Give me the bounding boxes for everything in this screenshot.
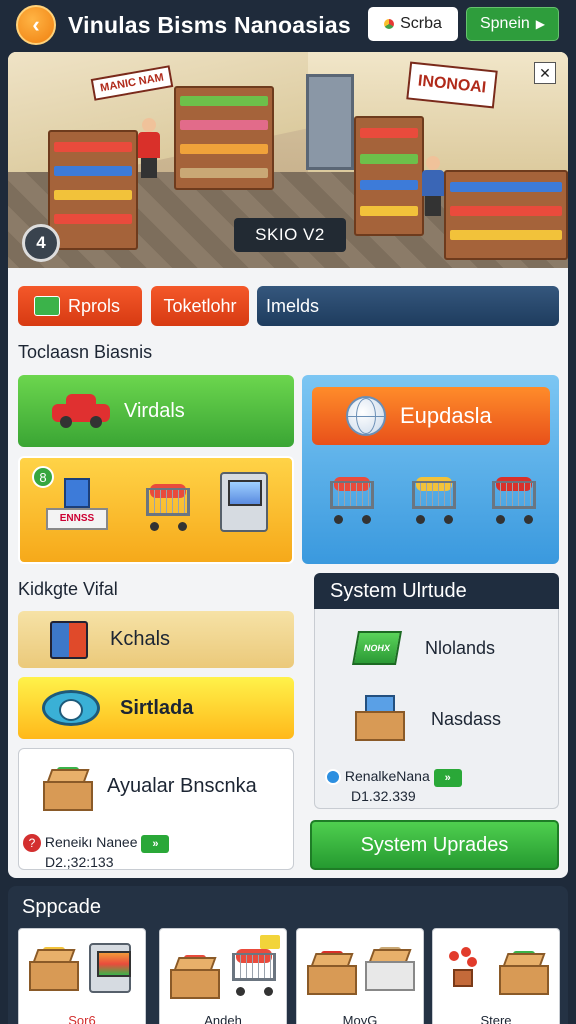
flower-pot-icon [447,947,477,987]
display-sign: ENNSS [46,508,108,530]
upgrades-button[interactable]: Eupdasla [312,387,550,445]
upgrade-strip: Sppcade Sor6 Andeh MoyG Stere [8,886,568,1024]
delivery-info: ? Reneikı Nanee » D2.;32:133 [23,833,170,870]
play-arrow-icon: ▶ [535,17,546,31]
fast-forward-icon: » [433,769,462,787]
header-button-scrba[interactable]: Scrba [368,7,458,41]
upgrade-tile[interactable]: Stere [432,928,560,1024]
shopping-cart-icon [326,475,378,525]
header-button-spnein[interactable]: Spnein ▶ [466,7,559,41]
tab-toketlohr-label: Toketlohr [163,295,237,316]
header-button-spnein-label: Spnein [479,15,530,32]
store-door [306,74,354,170]
shopping-cart-icon [408,475,460,525]
upgrade-tile-caption: Sor6 [68,1013,96,1024]
system-panel-header: System Ulrtude [314,573,559,609]
close-icon[interactable]: ✕ [534,62,556,84]
sirtlada-card-label: Sirtlada [120,696,194,719]
upgrade-strip-title: Sppcade [22,896,101,918]
vehicles-card[interactable]: Virdals [18,375,294,447]
system-panel-title: System Ulrtude [330,579,467,602]
shelf [174,86,274,190]
kiosk-icon [220,472,268,532]
kchals-card-label: Kchals [110,628,171,650]
store-illustration: MANIC NAM INONOAI SKIO V2 ✕ 4 [8,52,568,268]
product-display-icon: ENNSS [46,478,108,534]
package-box-icon [355,695,405,743]
system-upgrades-button[interactable]: System Uprades [310,820,559,870]
upgrades-button-label: Eupdasla [400,403,492,428]
globe-icon [346,396,386,436]
alert-icon: ? [23,834,41,853]
display-rack-icon [89,943,131,993]
books-icon [50,620,88,659]
package-box-icon [29,947,79,991]
section-title-kidkgte: Kidkgte Vifal [18,579,118,599]
shelf [48,130,138,250]
system-row[interactable]: Nasdass [315,695,501,743]
section-title-business: Toclaasn Biasnis [18,342,153,362]
shopping-cart-icon [488,475,540,525]
color-dot-icon [384,19,395,29]
kchals-card[interactable]: Kchals [18,611,294,668]
package-box-icon [365,947,415,991]
header-button-scrba-label: Scrba [400,15,442,32]
store-level-badge: SKIO V2 [234,218,346,252]
tab-rprols-label: Rprols [68,295,121,316]
delivery-card[interactable]: Ayualar Bnscnka ? Reneikı Nanee » D2.;32… [18,748,294,870]
upgrade-tile[interactable]: Sor6 [18,928,146,1024]
upgrade-tile-caption: Andeh [204,1013,242,1024]
shopper-figure [422,156,444,216]
upgrade-tile[interactable]: MoyG [296,928,424,1024]
shopping-cart-icon [142,482,194,532]
vehicles-card-label: Virdals [124,399,185,422]
system-panel: NOHX Nlolands Nasdass RenalkeNana » D1.3… [314,609,559,809]
package-box-icon [170,955,220,999]
new-badge-icon [260,935,280,949]
system-info-name: RenalkeNana [344,768,430,784]
green-crate-icon: NOHX [352,631,402,665]
system-row-label: Nlolands [425,637,496,658]
package-box-icon [499,951,549,995]
back-button[interactable]: ‹ [16,5,56,45]
fast-forward-icon: » [141,835,170,853]
page-title: Vinulas Bisms Nanoasias [68,12,351,38]
cash-icon [34,296,60,316]
system-upgrades-button-label: System Uprades [360,833,509,856]
main-panel: MANIC NAM INONOAI SKIO V2 ✕ 4 Rprols Tok… [8,52,568,878]
sirtlada-card[interactable]: Sirtlada [18,677,294,739]
system-row-label: Nasdass [431,708,502,729]
info-icon[interactable]: 4 [22,224,60,262]
delivery-info-value: D2.;32:133 [45,854,114,870]
upgrade-tile-caption: MoyG [342,1013,378,1024]
delivery-card-label: Ayualar Bnscnka [107,775,257,797]
delivery-info-name: Reneikı Nanee [44,834,138,850]
tab-imelds[interactable]: Imelds [257,286,559,326]
package-box-icon [43,767,93,811]
tab-imelds-label: Imelds [266,295,320,316]
tab-rprols[interactable]: Rprols [18,286,142,326]
tab-toketlohr[interactable]: Toketlohr [151,286,249,326]
upgrade-tile[interactable]: Andeh [159,928,287,1024]
system-info-value: D1.32.339 [351,788,416,804]
system-row[interactable]: NOHX Nlolands [315,631,495,665]
shelf [354,116,424,236]
status-dot-icon [325,769,341,786]
shelf [444,170,568,260]
system-info: RenalkeNana » D1.32.339 [325,767,462,805]
shopper-figure [138,118,160,178]
upgrade-tile-caption: Stere [480,1013,512,1024]
top-bar: ‹ Vinulas Bisms Nanoasias Scrba Spnein ▶ [0,0,576,50]
shop-items-card[interactable]: 8 ENNSS [18,456,294,564]
car-icon [52,394,110,428]
upgrades-card: Eupdasla [302,375,559,564]
tape-roll-icon [42,690,100,726]
package-box-icon [307,951,357,995]
chevron-left-icon: ‹ [32,12,40,37]
shopping-cart-icon [228,947,280,997]
